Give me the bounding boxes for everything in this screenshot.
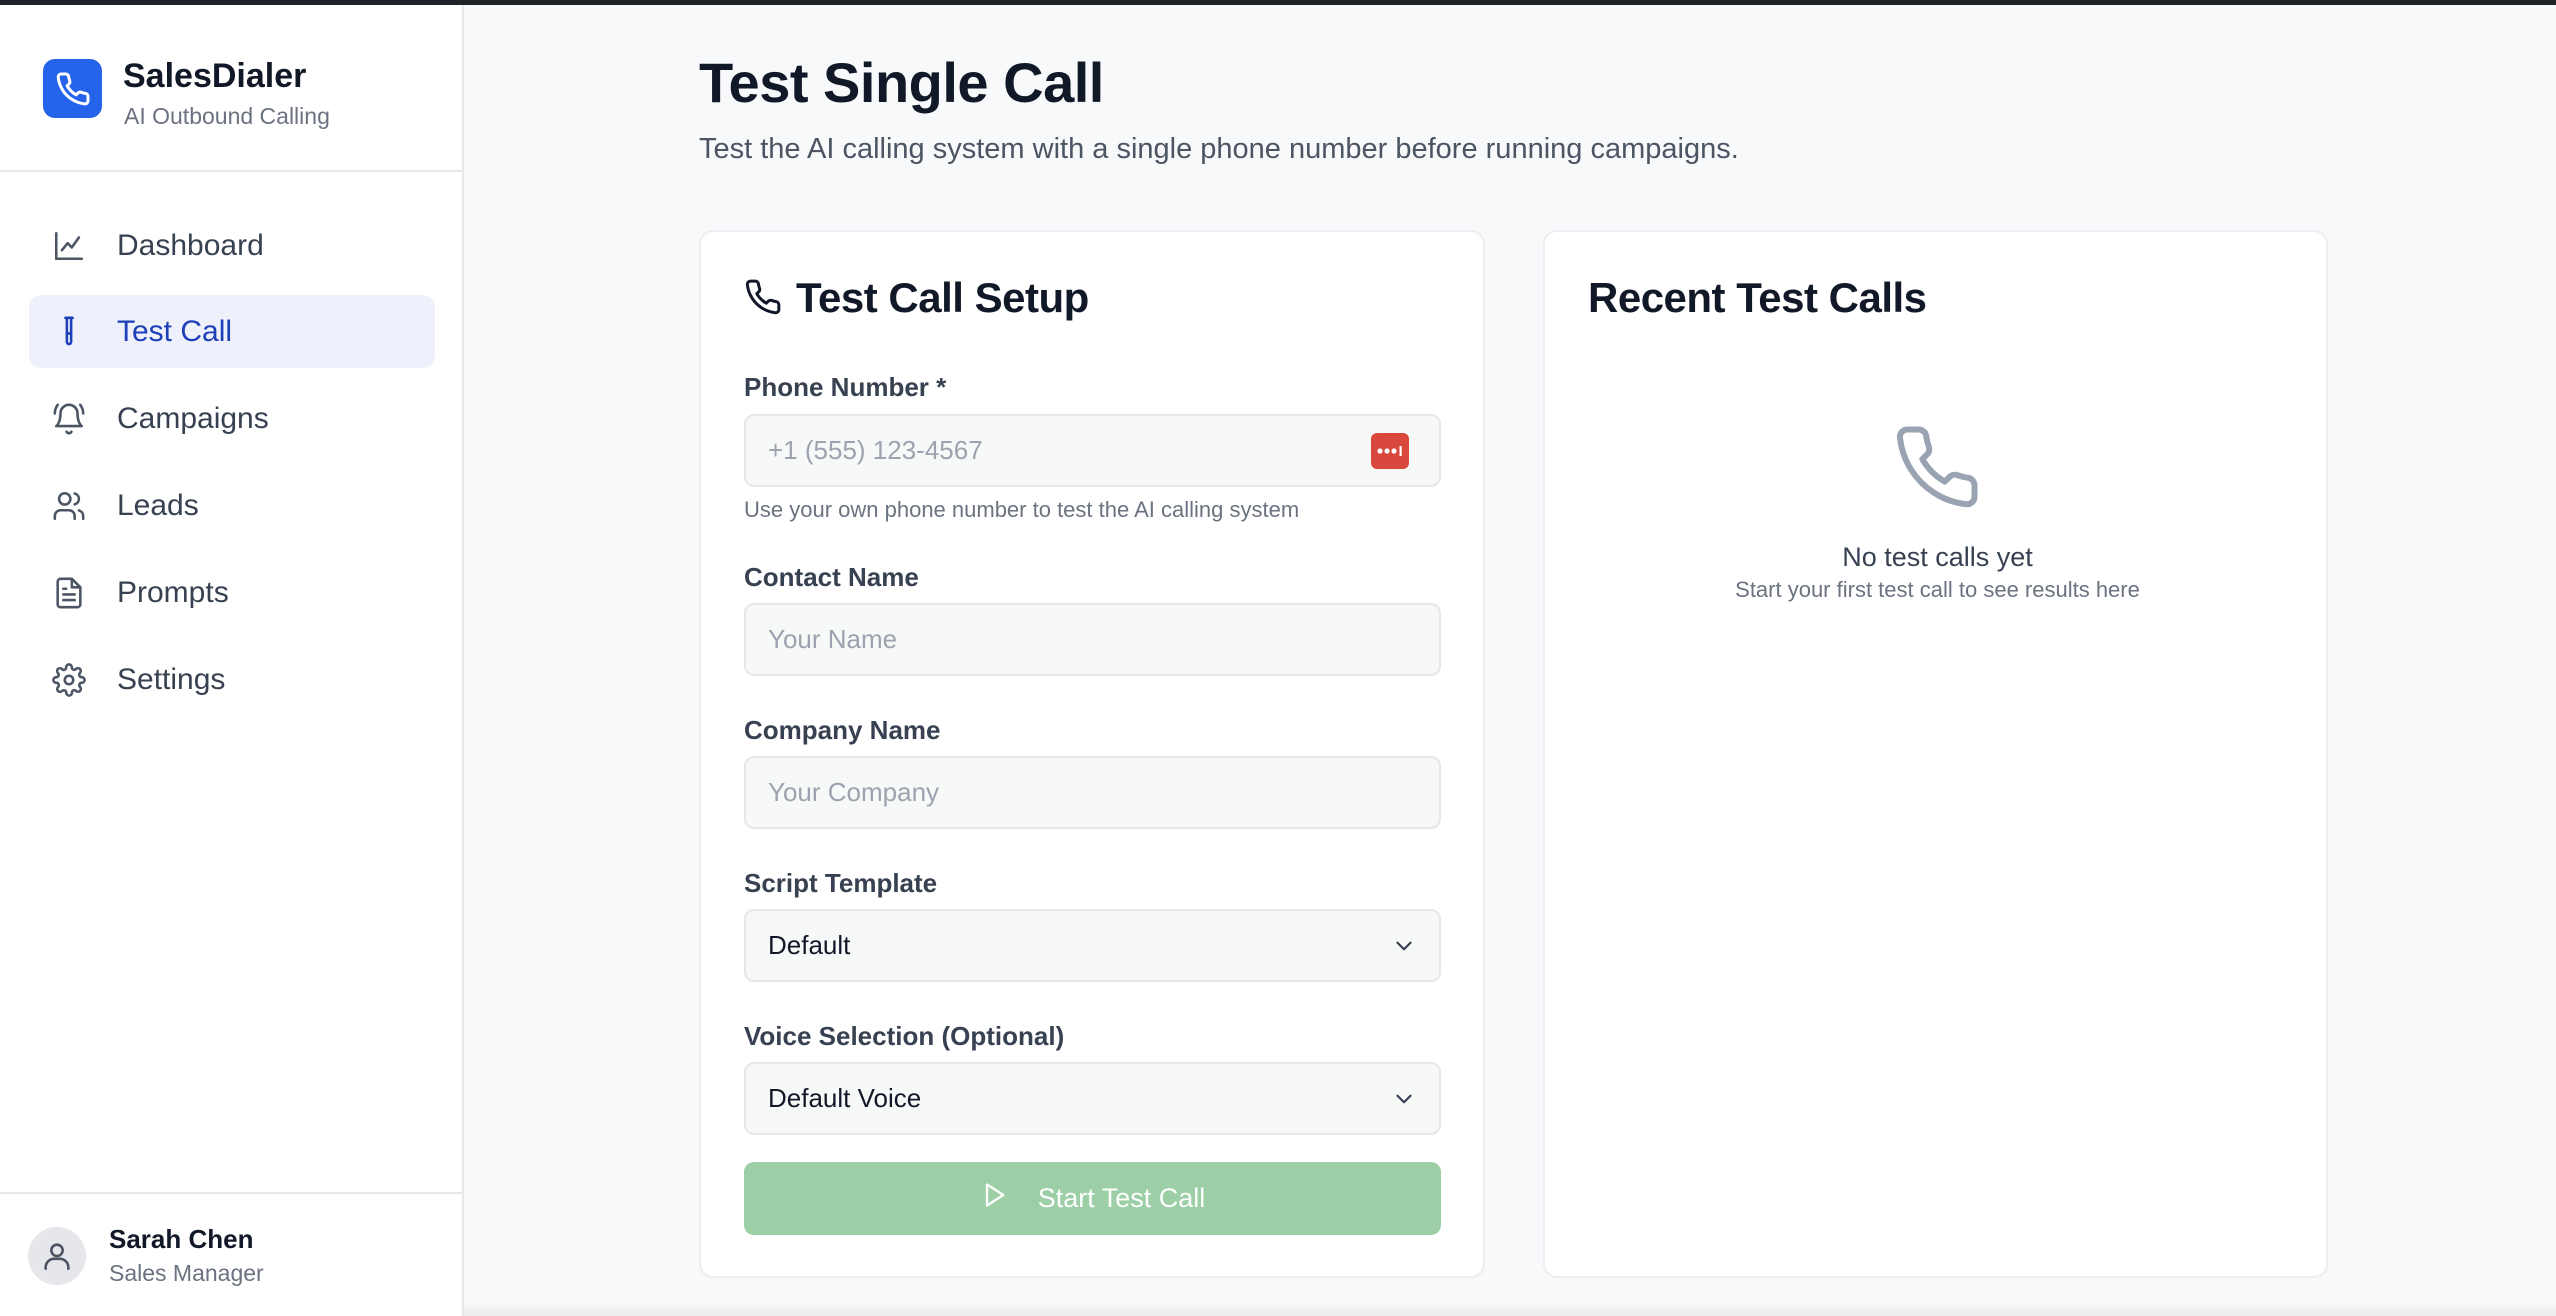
contact-name-input[interactable]: Your Name [744,603,1441,676]
chevron-down-icon [1391,1086,1417,1119]
phone-icon [1892,422,1982,517]
bottom-shadow [464,1302,2556,1316]
file-text-icon [51,575,87,611]
user-profile[interactable]: Sarah Chen Sales Manager [0,1192,462,1316]
empty-state-title: No test calls yet [1842,542,2033,572]
recent-test-calls-card: Recent Test Calls No test calls yet Star… [1543,230,2328,1278]
phone-number-label: Phone Number * [744,372,947,402]
company-name-label: Company Name [744,715,941,745]
sidebar-item-prompts[interactable]: Prompts [29,556,435,629]
sidebar-item-label: Dashboard [117,228,264,262]
sidebar-item-label: Prompts [117,575,229,609]
sidebar-item-settings[interactable]: Settings [29,643,435,716]
script-template-select[interactable]: Default [744,909,1441,982]
sidebar-item-label: Test Call [117,314,233,348]
phone-number-helper: Use your own phone number to test the AI… [744,497,1300,522]
phone-number-input[interactable]: +1 (555) 123-4567 [744,414,1441,487]
voice-selection-select[interactable]: Default Voice [744,1062,1441,1135]
password-manager-icon[interactable] [1371,433,1409,469]
brand-title: SalesDialer [123,57,307,95]
users-icon [51,488,87,524]
page-subtitle: Test the AI calling system with a single… [699,133,1739,165]
company-name-placeholder: Your Company [768,777,940,807]
page-title: Test Single Call [699,51,1104,114]
start-test-call-label: Start Test Call [1037,1183,1206,1213]
sidebar-item-label: Settings [117,662,226,696]
setup-card-title: Test Call Setup [796,274,1089,321]
sidebar-item-leads[interactable]: Leads [29,469,435,542]
brand-header: SalesDialer AI Outbound Calling [0,5,462,172]
bell-ring-icon [51,401,87,437]
phone-number-placeholder: +1 (555) 123-4567 [768,435,983,465]
sidebar-item-dashboard[interactable]: Dashboard [29,209,435,282]
play-icon [980,1181,1008,1216]
sidebar: SalesDialer AI Outbound Calling Dashboar… [0,5,464,1316]
user-role: Sales Manager [109,1260,264,1286]
gear-icon [51,662,87,698]
phone-icon [744,278,782,321]
sidebar-item-label: Campaigns [117,401,269,435]
start-test-call-button[interactable]: Start Test Call [744,1162,1441,1235]
sidebar-item-test-call[interactable]: Test Call [29,295,435,368]
user-name: Sarah Chen [109,1224,254,1254]
sidebar-item-campaigns[interactable]: Campaigns [29,382,435,455]
chart-line-icon [51,228,87,264]
contact-name-placeholder: Your Name [768,624,898,654]
avatar [28,1227,86,1285]
test-call-setup-card: Test Call Setup Phone Number * +1 (555) … [699,230,1485,1278]
contact-name-label: Contact Name [744,562,919,592]
script-template-label: Script Template [744,868,938,898]
brand-subtitle: AI Outbound Calling [124,103,330,129]
script-template-value: Default [768,930,851,960]
phone-logo-icon [43,59,102,118]
voice-selection-label: Voice Selection (Optional) [744,1021,1065,1051]
voice-selection-value: Default Voice [768,1083,922,1113]
recent-card-title: Recent Test Calls [1588,274,1927,321]
test-tube-icon [51,314,87,350]
empty-state-subtitle: Start your first test call to see result… [1735,577,2140,602]
sidebar-item-label: Leads [117,488,199,522]
chevron-down-icon [1391,933,1417,966]
company-name-input[interactable]: Your Company [744,756,1441,829]
